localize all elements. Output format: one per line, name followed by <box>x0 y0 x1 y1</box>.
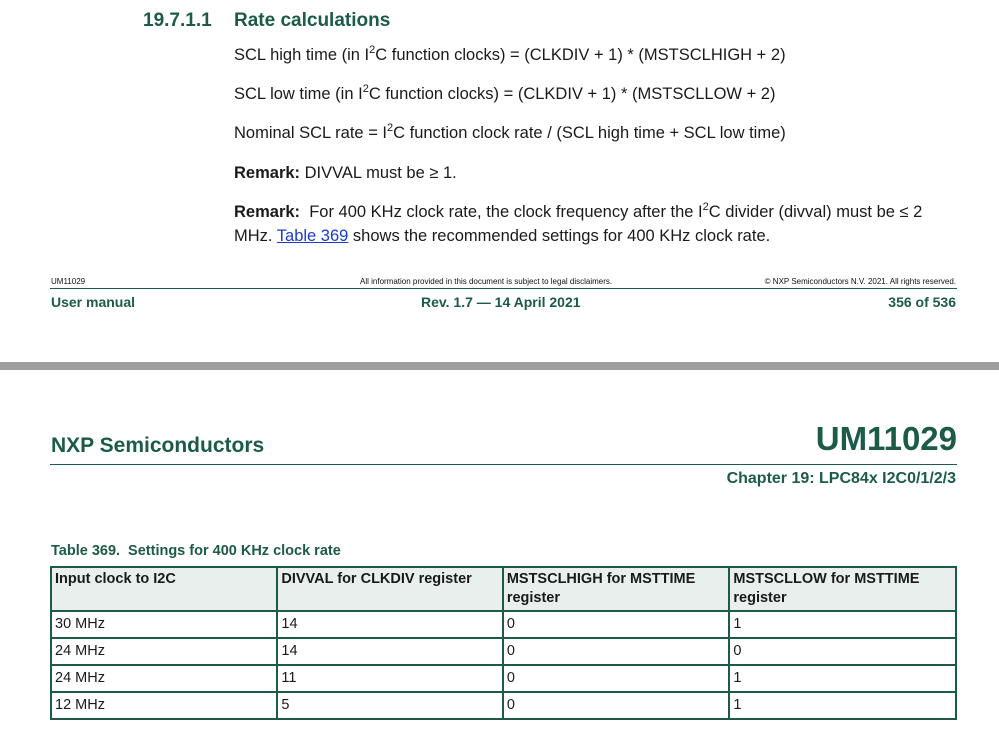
table-cell: 30 MHz <box>49 610 279 639</box>
nominal-rate-formula: Nominal SCL rate = I2C function clock ra… <box>234 121 954 145</box>
table-cell: 1 <box>728 664 957 693</box>
footer-copyright: © NXP Semiconductors N.V. 2021. All righ… <box>764 277 956 286</box>
header-mstscllow: MSTSCLLOW for MSTTIME register <box>728 566 957 612</box>
section-number: 19.7.1.1 <box>143 10 212 31</box>
scl-low-formula: SCL low time (in I2C function clocks) = … <box>234 82 954 106</box>
scl-high-formula: SCL high time (in I2C function clocks) =… <box>234 43 954 67</box>
table-cell: 24 MHz <box>49 637 279 666</box>
table-cell: 24 MHz <box>49 664 279 693</box>
text-span: Nominal SCL rate = I <box>234 124 387 142</box>
table-cell: 0 <box>501 610 731 639</box>
table-cell: 1 <box>728 691 957 720</box>
table-row: 30 MHz 14 0 1 <box>49 610 957 639</box>
header-divval: DIVVAL for CLKDIV register <box>276 566 504 612</box>
remark-label: Remark: <box>234 164 301 182</box>
text-span: SCL low time (in I <box>234 85 363 103</box>
table-cell: 5 <box>276 691 504 720</box>
settings-table: Input clock to I2C DIVVAL for CLKDIV reg… <box>49 566 957 720</box>
footer-doc-type: User manual <box>51 294 136 310</box>
table-cell: 0 <box>728 637 957 666</box>
text-span: SCL high time (in I <box>234 46 370 64</box>
table-cell: 0 <box>501 691 731 720</box>
superscript: 2 <box>702 200 709 213</box>
text-span: C function clock rate / (SCL high time +… <box>393 124 786 142</box>
table-caption-text: Settings for 400 KHz clock rate <box>128 543 341 559</box>
text-span: C function clocks) = (CLKDIV + 1) * (MST… <box>368 85 776 103</box>
text-span: For 400 KHz clock rate, the clock freque… <box>300 203 703 221</box>
table-row: 24 MHz 14 0 0 <box>49 637 957 666</box>
table-cell: 1 <box>728 610 957 639</box>
text-span: C function clocks) = (CLKDIV + 1) * (MST… <box>375 46 786 64</box>
footer-divider <box>50 288 957 289</box>
section-title: Rate calculations <box>234 10 391 31</box>
chapter-title: Chapter 19: LPC84x I2C0/1/2/3 <box>726 470 956 487</box>
page-separator <box>0 362 999 370</box>
header-mstsclhigh: MSTSCLHIGH for MSTTIME register <box>501 566 731 612</box>
text-span: DIVVAL must be ≥ 1. <box>300 164 457 182</box>
table-caption: Table 369. Settings for 400 KHz clock rat… <box>51 543 341 559</box>
header-input-clock: Input clock to I2C <box>49 566 279 612</box>
document-number: UM11029 <box>815 420 957 457</box>
table-row: 24 MHz 11 0 1 <box>49 664 957 693</box>
remark-clock-rate: Remark: For 400 KHz clock rate, the cloc… <box>234 200 954 248</box>
superscript: 2 <box>362 82 369 95</box>
table-header-row: Input clock to I2C DIVVAL for CLKDIV reg… <box>49 566 957 612</box>
table-row: 12 MHz 5 0 1 <box>49 691 957 720</box>
table-cell: 0 <box>501 637 731 666</box>
header-divider <box>50 464 957 465</box>
table-cell: 14 <box>276 610 504 639</box>
footer-revision: Rev. 1.7 — 14 April 2021 <box>421 294 581 310</box>
footer-legal-notice: All information provided in this documen… <box>360 277 613 286</box>
footer-page-number: 356 of 536 <box>888 294 956 310</box>
table-caption-number: Table 369. <box>51 543 121 559</box>
table-369-link[interactable]: Table 369 <box>277 227 349 245</box>
remark-label: Remark: <box>234 203 301 221</box>
footer-doc-id: UM11029 <box>51 277 86 286</box>
superscript: 2 <box>387 121 394 134</box>
text-span: shows the recommended settings for 400 K… <box>348 227 771 245</box>
table-cell: 11 <box>276 664 504 693</box>
table-cell: 14 <box>276 637 504 666</box>
company-name: NXP Semiconductors <box>51 434 265 457</box>
table-cell: 0 <box>501 664 731 693</box>
remark-divval: Remark: DIVVAL must be ≥ 1. <box>234 161 954 185</box>
superscript: 2 <box>369 43 376 56</box>
table-cell: 12 MHz <box>49 691 279 720</box>
